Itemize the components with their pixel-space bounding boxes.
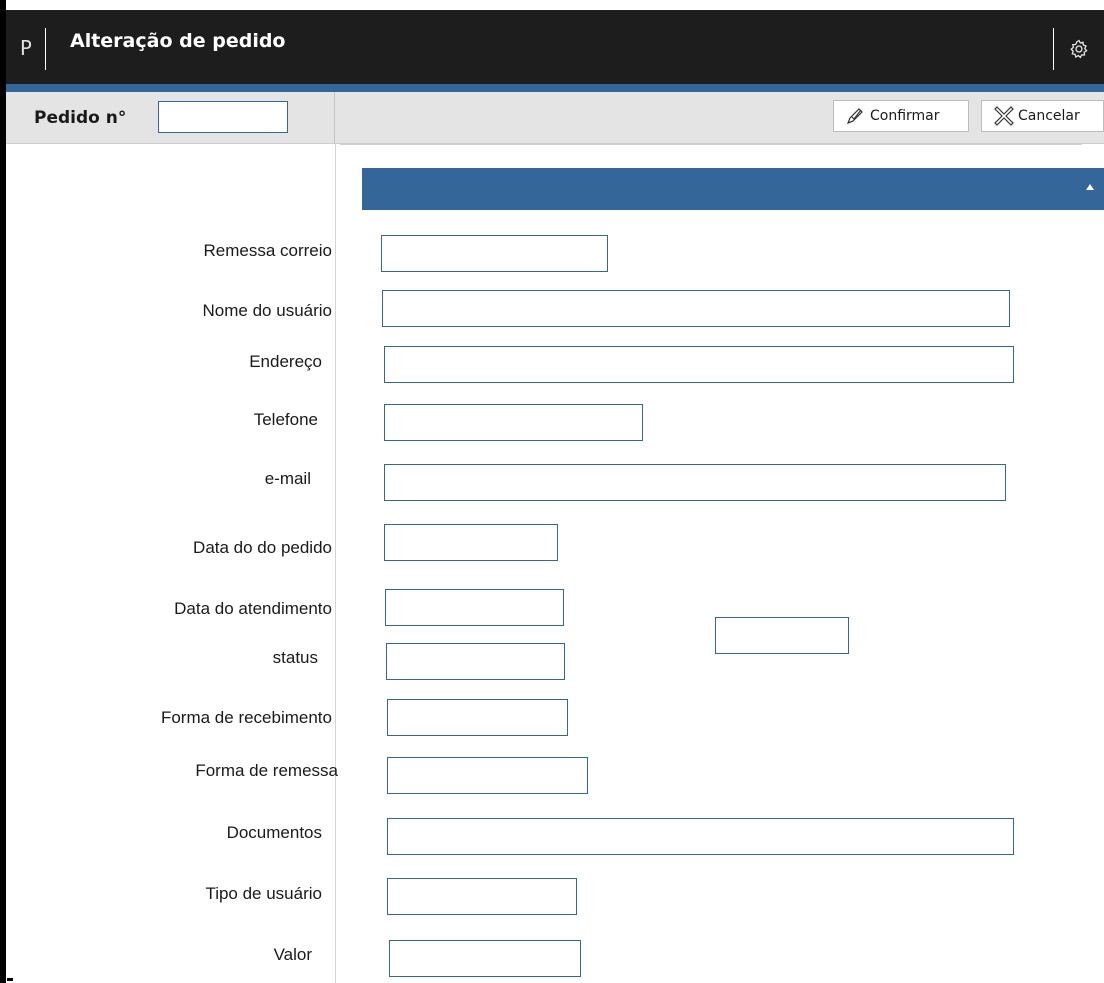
title-separator <box>45 28 46 70</box>
endereco-input[interactable] <box>384 346 1014 383</box>
gear-icon[interactable] <box>1068 38 1090 60</box>
window-left-border <box>0 0 6 983</box>
cancel-button[interactable]: Cancelar <box>981 100 1104 132</box>
field-label-telefone: Telefone <box>253 410 318 429</box>
documentos-input[interactable] <box>387 818 1014 855</box>
data-pedido-input[interactable] <box>384 524 558 561</box>
label-column-divider <box>335 144 336 983</box>
accent-strip <box>6 84 1104 92</box>
content-top-divider <box>340 144 1082 145</box>
nome-usuario-input[interactable] <box>382 290 1010 327</box>
pedido-number-input[interactable] <box>158 101 288 133</box>
collapse-arrow-icon[interactable] <box>1086 184 1094 190</box>
field-label-documentos: Documentos <box>226 823 322 842</box>
section-header[interactable] <box>362 168 1104 210</box>
remessa-correio-input[interactable] <box>381 235 608 272</box>
cancel-label: Cancelar <box>1018 108 1080 124</box>
cancel-icon <box>994 106 1014 126</box>
email-input[interactable] <box>384 464 1006 501</box>
tipo-usuario-input[interactable] <box>387 878 577 915</box>
app-logo[interactable]: P <box>20 36 32 60</box>
check-icon <box>846 106 866 126</box>
toolbar: Pedido n° Confirmar Cancelar <box>6 92 1104 144</box>
field-label-remessa-correio: Remessa correio <box>203 241 333 260</box>
field-label-tipo-usuario: Tipo de usuário <box>205 884 322 903</box>
status-input[interactable] <box>386 643 565 680</box>
field-label-forma-recebimento: Forma de recebimento <box>160 708 332 727</box>
valor-input[interactable] <box>389 940 581 977</box>
pedido-label: Pedido n° <box>34 108 127 128</box>
field-label-endereco: Endereço <box>249 352 322 371</box>
telefone-input[interactable] <box>384 404 643 441</box>
confirm-button[interactable]: Confirmar <box>833 100 969 132</box>
field-label-data-atendimento: Data do atendimento <box>174 599 332 618</box>
forma-recebimento-input[interactable] <box>387 699 568 736</box>
toolbar-divider <box>334 92 335 143</box>
field-label-status: status <box>272 648 318 667</box>
extra-input[interactable] <box>715 617 849 654</box>
field-label-data-pedido: Data do do pedido <box>193 538 332 557</box>
title-bar: P Alteração de pedido <box>6 10 1104 84</box>
page-title: Alteração de pedido <box>70 30 286 52</box>
field-label-valor: Valor <box>273 945 312 964</box>
field-label-email: e-mail <box>264 469 311 488</box>
data-atendimento-input[interactable] <box>385 589 564 626</box>
field-label-nome-usuario: Nome do usuário <box>202 301 332 320</box>
field-label-forma-remessa: Forma de remessa <box>195 761 338 780</box>
forma-remessa-input[interactable] <box>387 757 588 794</box>
confirm-label: Confirmar <box>870 108 940 124</box>
window-corner-mark <box>7 978 13 981</box>
settings-separator <box>1053 28 1054 70</box>
